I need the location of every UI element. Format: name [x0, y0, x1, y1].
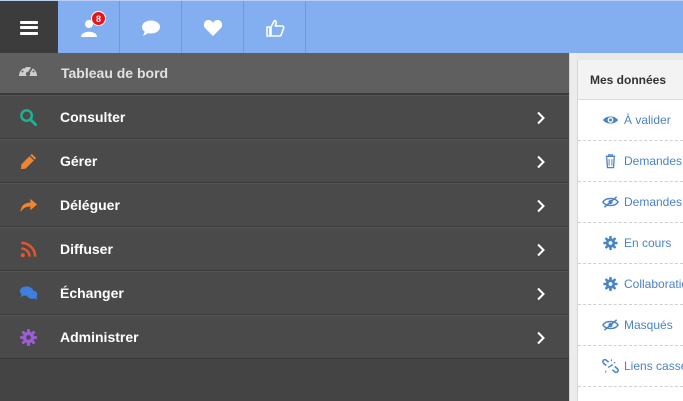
sidebar-item-consulter[interactable]: Consulter — [0, 95, 569, 139]
my-data-panel: Mes données À valider Demandes Demandes … — [577, 60, 683, 401]
sidebar-item-label: Consulter — [60, 109, 126, 125]
cog-icon — [603, 235, 618, 251]
broken-link-icon — [602, 358, 619, 374]
favorites-button[interactable] — [182, 1, 244, 54]
panel-item-label: À valider — [624, 113, 671, 127]
sidebar-item-deleguer[interactable]: Déléguer — [0, 183, 569, 227]
panel-item-a-valider[interactable]: À valider — [578, 100, 683, 141]
panel-item-demandes-trash[interactable]: Demandes — [578, 141, 683, 182]
sidebar-item-label: Tableau de bord — [61, 65, 169, 81]
panel-title: Mes données — [578, 60, 683, 100]
sidebar-item-dashboard[interactable]: Tableau de bord — [0, 53, 569, 95]
panel-item-masques[interactable]: Masqués — [578, 305, 683, 346]
notification-badge: 8 — [91, 11, 106, 26]
heart-icon — [203, 19, 222, 36]
chevron-right-icon — [537, 287, 545, 301]
sidebar-item-label: Échanger — [60, 285, 124, 301]
search-icon — [18, 107, 38, 127]
panel-item-label: Demandes — [624, 154, 683, 168]
chevron-right-icon — [537, 155, 545, 169]
sidebar-item-label: Déléguer — [60, 197, 120, 213]
top-bar: 8 — [0, 0, 683, 54]
sidebar-item-gerer[interactable]: Gérer — [0, 139, 569, 183]
panel-item-label: Collaboratio — [624, 277, 683, 291]
sidebar-item-label: Gérer — [60, 153, 98, 169]
pencil-icon — [18, 151, 38, 171]
hamburger-menu-button[interactable] — [0, 1, 58, 54]
hamburger-icon — [20, 20, 38, 35]
eye-slash-icon — [602, 196, 619, 208]
top-icon-group: 8 — [58, 1, 306, 54]
messages-button[interactable] — [120, 1, 182, 54]
panel-item-collaboration[interactable]: Collaboratio — [578, 264, 683, 305]
user-button[interactable]: 8 — [58, 1, 120, 54]
sidebar-item-echanger[interactable]: Échanger — [0, 271, 569, 315]
likes-button[interactable] — [244, 1, 306, 54]
rss-icon — [18, 239, 38, 259]
panel-item-label: Demandes — [624, 195, 683, 209]
chevron-right-icon — [537, 111, 545, 125]
panel-item-label: Liens cassé — [624, 359, 683, 373]
sidebar-item-administrer[interactable]: Administrer — [0, 315, 569, 359]
cog-icon — [603, 276, 618, 292]
eye-slash-icon — [602, 319, 619, 331]
chevron-right-icon — [537, 331, 545, 345]
gear-icon — [18, 327, 38, 347]
sidebar-menu: Tableau de bord Consulter Gérer Déléguer… — [0, 53, 569, 401]
thumbs-up-icon — [265, 19, 284, 37]
share-arrow-icon — [18, 195, 38, 215]
chevron-right-icon — [537, 243, 545, 257]
chat-bubbles-icon — [18, 283, 38, 303]
dashboard-gauge-icon — [17, 60, 39, 87]
sidebar-item-diffuser[interactable]: Diffuser — [0, 227, 569, 271]
eye-icon — [602, 116, 619, 124]
panel-item-label: Masqués — [624, 318, 673, 332]
sidebar-item-label: Administrer — [60, 329, 139, 345]
trash-icon — [605, 154, 616, 169]
panel-item-en-cours[interactable]: En cours — [578, 223, 683, 264]
panel-divider — [569, 53, 577, 401]
panel-item-demandes-hidden[interactable]: Demandes — [578, 182, 683, 223]
sidebar-item-label: Diffuser — [60, 241, 113, 257]
panel-item-label: En cours — [624, 236, 672, 250]
chevron-right-icon — [537, 199, 545, 213]
panel-item-liens-casses[interactable]: Liens cassé — [578, 346, 683, 387]
comment-icon — [141, 20, 160, 36]
